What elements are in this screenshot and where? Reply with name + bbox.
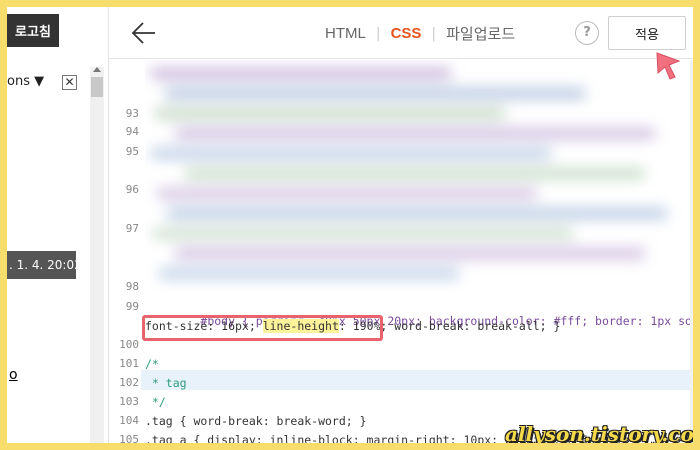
- editor-scrollbar[interactable]: [690, 60, 693, 443]
- line-number: 104: [119, 414, 139, 427]
- blurred-code-region: [145, 60, 693, 292]
- code-line[interactable]: * tag: [145, 376, 187, 390]
- line-number: 97: [125, 222, 139, 235]
- arrow-left-icon[interactable]: [131, 20, 157, 46]
- post-date: . 1. 4. 20:02: [7, 251, 76, 279]
- close-icon[interactable]: ✕: [62, 75, 77, 90]
- line-number: 103: [119, 395, 139, 408]
- preview-scrollbar[interactable]: [90, 67, 104, 443]
- line-number-gutter: 93 94 95 96 97 98 99 100 101 102 103 104…: [109, 60, 141, 443]
- line-number: 100: [119, 338, 139, 351]
- screenshot-frame: 로고침 ons ▼ ✕ . 1. 4. 20:02 o › HTML | CSS…: [7, 7, 693, 443]
- line-number: 93: [125, 107, 139, 120]
- tab-html[interactable]: HTML: [315, 25, 376, 42]
- line-number: 96: [125, 183, 139, 196]
- watermark: allyson.tistory.com: [505, 422, 693, 443]
- options-dropdown[interactable]: ons ▼: [7, 74, 44, 89]
- current-line-highlight: [141, 370, 693, 390]
- line-number: 102: [119, 376, 139, 389]
- line-number: 105: [119, 433, 139, 443]
- code-line[interactable]: /*: [145, 357, 159, 371]
- editor-tabs: HTML | CSS | 파일업로드: [315, 23, 525, 44]
- refresh-button[interactable]: 로고침: [7, 14, 59, 47]
- line-number: 95: [125, 145, 139, 158]
- code-editor-panel: HTML | CSS | 파일업로드 ? 적용 93 94 95 96 97 9…: [109, 7, 693, 443]
- line-number: 94: [125, 125, 139, 138]
- code-area[interactable]: 93 94 95 96 97 98 99 100 101 102 103 104…: [109, 60, 693, 443]
- code-text: word-break: break-all; }: [387, 319, 561, 333]
- apply-button[interactable]: 적용: [608, 16, 686, 50]
- editor-header: HTML | CSS | 파일업로드 ? 적용: [109, 7, 693, 59]
- code-line[interactable]: */: [145, 395, 166, 409]
- mouse-cursor-icon: [656, 52, 681, 80]
- tab-file-upload[interactable]: 파일업로드: [436, 23, 525, 44]
- scrollbar-thumb[interactable]: [91, 77, 103, 97]
- line-number: 98: [125, 280, 139, 293]
- scroll-up-icon[interactable]: [93, 67, 101, 72]
- line-number: 101: [119, 357, 139, 370]
- preview-link[interactable]: o: [9, 367, 18, 383]
- help-icon[interactable]: ?: [575, 21, 599, 45]
- highlight-annotation-box: [142, 315, 383, 341]
- code-line[interactable]: .tag { word-break: break-word; }: [145, 414, 367, 428]
- preview-pane: 로고침 ons ▼ ✕ . 1. 4. 20:02 o: [7, 7, 108, 443]
- line-number: 99: [125, 300, 139, 313]
- tab-css[interactable]: CSS: [381, 25, 432, 42]
